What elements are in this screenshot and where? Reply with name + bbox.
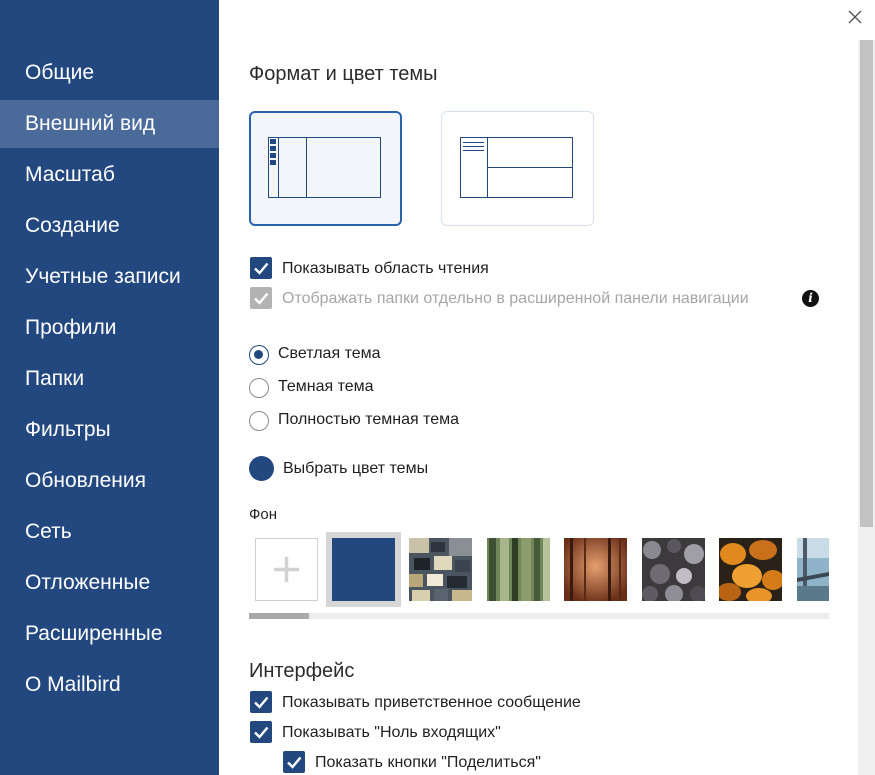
- add-background-button[interactable]: [255, 538, 318, 601]
- info-icon[interactable]: i: [802, 290, 819, 307]
- background-foliage-pattern[interactable]: [409, 538, 472, 601]
- sidebar-item-accounts[interactable]: Учетные записи: [0, 253, 219, 301]
- checkmark-icon: [254, 726, 269, 739]
- sidebar-item-identities[interactable]: Профили: [0, 304, 219, 352]
- theme-color-label[interactable]: Выбрать цвет темы: [283, 460, 428, 478]
- sidebar-item-folders[interactable]: Папки: [0, 355, 219, 403]
- background-scroll-thumb[interactable]: [249, 613, 309, 619]
- separate-folders-label: Отображать папки отдельно в расширенной …: [282, 290, 749, 307]
- show-welcome-message-label: Показывать приветственное сообщение: [282, 694, 581, 711]
- background-dark-foliage[interactable]: [642, 538, 705, 601]
- sidebar-item-snoozed[interactable]: Отложенные: [0, 559, 219, 607]
- light-theme-radio[interactable]: [249, 345, 269, 365]
- sidebar-item-network[interactable]: Сеть: [0, 508, 219, 556]
- plus-icon: [274, 557, 299, 582]
- close-icon[interactable]: [847, 9, 863, 25]
- checkmark-icon: [254, 292, 269, 305]
- layout-sidebar-icon: [268, 137, 381, 198]
- full-dark-theme-radio[interactable]: [249, 411, 269, 431]
- full-dark-theme-label: Полностью темная тема: [278, 411, 460, 428]
- sidebar-item-advanced[interactable]: Расширенные: [0, 610, 219, 658]
- background-label: Фон: [249, 506, 278, 523]
- show-inbox-zero-label: Показывать "Ноль входящих": [282, 724, 501, 741]
- background-scroll-track[interactable]: [249, 613, 829, 619]
- checkmark-icon: [254, 696, 269, 709]
- layout-option-sidebar[interactable]: [249, 111, 402, 226]
- theme-color-swatch[interactable]: [249, 456, 274, 481]
- sidebar-item-scale[interactable]: Масштаб: [0, 151, 219, 199]
- sidebar-item-general[interactable]: Общие: [0, 49, 219, 97]
- sidebar-item-compose[interactable]: Создание: [0, 202, 219, 250]
- checkmark-icon: [254, 262, 269, 275]
- background-autumn-forest[interactable]: [564, 538, 627, 601]
- sidebar-item-appearance[interactable]: Внешний вид: [0, 100, 219, 148]
- separate-folders-checkbox: [250, 287, 272, 309]
- background-solid-blue[interactable]: [332, 538, 395, 601]
- sidebar-item-filters[interactable]: Фильтры: [0, 406, 219, 454]
- interface-section-title: Интерфейс: [249, 660, 355, 682]
- background-bridge[interactable]: [797, 538, 829, 601]
- show-inbox-zero-checkbox[interactable]: [250, 721, 272, 743]
- dark-theme-label: Темная тема: [278, 378, 374, 395]
- show-share-buttons-checkbox[interactable]: [283, 751, 305, 773]
- dark-theme-radio[interactable]: [249, 378, 269, 398]
- sidebar-item-about[interactable]: О Mailbird: [0, 661, 219, 709]
- settings-sidebar: Общие Внешний вид Масштаб Создание Учетн…: [0, 0, 219, 775]
- layout-option-stacked[interactable]: [441, 111, 594, 226]
- background-pumpkins[interactable]: [719, 538, 782, 601]
- light-theme-label: Светлая тема: [278, 345, 381, 362]
- show-welcome-message-checkbox[interactable]: [250, 691, 272, 713]
- layout-stacked-icon: [460, 137, 573, 198]
- background-bamboo-forest[interactable]: [487, 538, 550, 601]
- show-reading-pane-checkbox[interactable]: [250, 257, 272, 279]
- show-share-buttons-label: Показать кнопки "Поделиться": [315, 754, 541, 771]
- layout-section-title: Формат и цвет темы: [249, 63, 438, 85]
- show-reading-pane-label: Показывать область чтения: [282, 260, 489, 277]
- checkmark-icon: [287, 756, 302, 769]
- vertical-scrollbar-thumb[interactable]: [860, 40, 873, 527]
- sidebar-item-updates[interactable]: Обновления: [0, 457, 219, 505]
